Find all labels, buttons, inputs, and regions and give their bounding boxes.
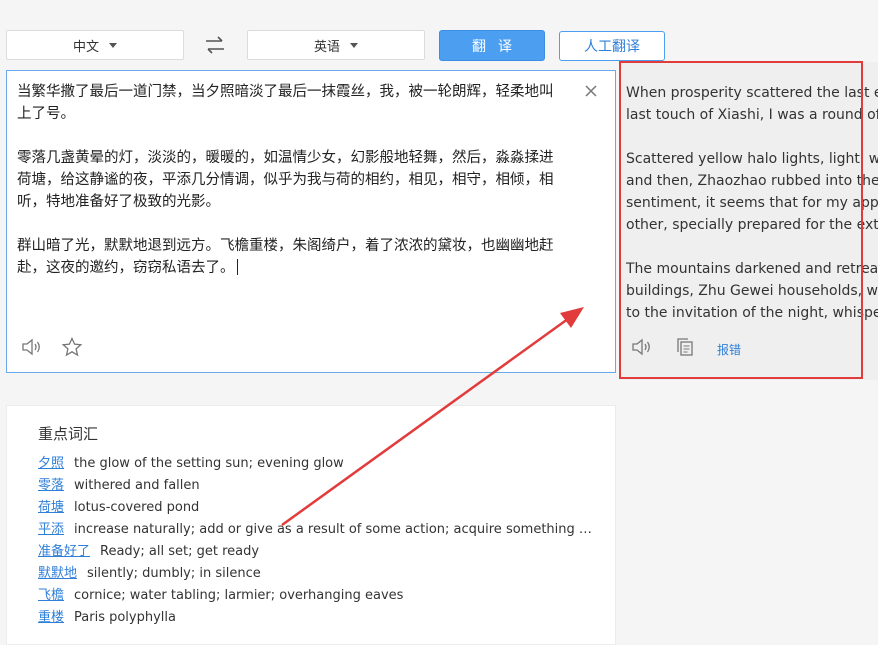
vocabulary-word-link[interactable]: 准备好了 [38, 544, 90, 559]
source-language-select[interactable]: 中文 [6, 30, 184, 60]
human-translate-button[interactable]: 人工翻译 [559, 31, 665, 61]
source-text[interactable]: 当繁华撒了最后一道门禁，当夕照暗淡了最后一抹霞丝，我，被一轮朗辉，轻柔地叫上了号… [17, 81, 565, 279]
result-line: When prosperity scattered the last entra… [626, 85, 878, 101]
vocabulary-definition: Ready; all set; get ready [100, 544, 260, 559]
translate-button[interactable]: 翻译 [439, 30, 545, 61]
swap-icon[interactable] [203, 33, 227, 57]
vocabulary-word-link[interactable]: 飞檐 [38, 588, 64, 603]
result-line: to the invitation of the night, whispere… [626, 305, 878, 321]
copy-icon[interactable] [675, 337, 695, 361]
vocabulary-definition: lotus-covered pond [74, 500, 200, 515]
result-line: The mountains darkened and retreated sil… [626, 261, 878, 277]
vocabulary-item: 默默地 silently; dumbly; in silence [38, 563, 598, 585]
text-cursor [236, 259, 238, 275]
vocabulary-definition: silently; dumbly; in silence [87, 566, 261, 581]
chevron-down-icon [109, 42, 117, 48]
chevron-down-icon [350, 42, 358, 48]
translation-text: When prosperity scattered the last entra… [626, 82, 878, 346]
result-line: buildings, Zhu Gewei households, wearing… [626, 283, 878, 299]
vocabulary-word-link[interactable]: 零落 [38, 478, 64, 493]
result-line: last touch of Xiashi, I was a round of b… [626, 107, 878, 123]
vocabulary-word-link[interactable]: 默默地 [38, 566, 77, 581]
vocabulary-definition: increase naturally; add or give as a res… [74, 522, 598, 537]
source-language-label: 中文 [72, 39, 99, 55]
vocabulary-definition: cornice; water tabling; larmier; overhan… [74, 588, 404, 603]
vocabulary-item: 零落 withered and fallen [38, 475, 598, 497]
vocabulary-item: 荷塘 lotus-covered pond [38, 497, 598, 519]
report-error-link[interactable]: 报错 [717, 341, 741, 358]
result-line: sentiment, it seems that for my appointm… [626, 195, 878, 211]
vocabulary-item: 飞檐 cornice; water tabling; larmier; overh… [38, 585, 598, 607]
vocabulary-title: 重点词汇 [38, 425, 99, 443]
vocabulary-item: 夕照 the glow of the setting sun; evening g… [38, 453, 598, 475]
star-icon[interactable] [61, 336, 83, 361]
vocabulary-word-link[interactable]: 重楼 [38, 610, 64, 625]
toolbar: 中文 英语 翻译 人工翻译 [0, 0, 878, 70]
translation-result-panel: When prosperity scattered the last entra… [619, 62, 878, 380]
source-paragraph: 零落几盏黄晕的灯，淡淡的，暖暖的，如温情少女，幻影般地轻舞，然后，淼淼揉进荷塘，… [17, 150, 554, 210]
vocabulary-definition: withered and fallen [74, 478, 200, 493]
vocabulary-word-link[interactable]: 荷塘 [38, 500, 64, 515]
source-paragraph: 当繁华撒了最后一道门禁，当夕照暗淡了最后一抹霞丝，我，被一轮朗辉，轻柔地叫上了号… [17, 84, 554, 122]
vocabulary-word-link[interactable]: 夕照 [38, 456, 64, 471]
vocabulary-definition: the glow of the setting sun; evening glo… [74, 456, 344, 471]
result-line: other, specially prepared for the extrem… [626, 217, 878, 233]
source-tools [21, 336, 83, 361]
vocabulary-word-link[interactable]: 平添 [38, 522, 64, 537]
vocabulary-item: 重楼 Paris polyphylla [38, 607, 598, 629]
source-paragraph: 群山暗了光，默默地退到远方。飞檐重楼，朱阁绮户，着了浓浓的黛妆，也幽幽地赶赴，这… [17, 238, 554, 276]
vocabulary-definition: Paris polyphylla [74, 610, 176, 625]
vocabulary-item: 平添 increase naturally; add or give as a r… [38, 519, 598, 541]
target-language-label: 英语 [313, 39, 340, 55]
source-text-area[interactable]: 当繁华撒了最后一道门禁，当夕照暗淡了最后一抹霞丝，我，被一轮朗辉，轻柔地叫上了号… [6, 70, 616, 373]
result-tools: 报错 [631, 337, 741, 361]
key-vocabulary-panel: 重点词汇 夕照 the glow of the setting sun; even… [6, 405, 616, 645]
vocabulary-list: 夕照 the glow of the setting sun; evening g… [38, 453, 598, 629]
speaker-icon[interactable] [21, 337, 43, 361]
target-language-select[interactable]: 英语 [247, 30, 425, 60]
result-line: and then, Zhaozhao rubbed into the lotus… [626, 173, 878, 189]
vocabulary-item: 准备好了 Ready; all set; get ready [38, 541, 598, 563]
result-line: Scattered yellow halo lights, light, war… [626, 151, 878, 167]
close-icon[interactable] [583, 83, 599, 99]
speaker-icon[interactable] [631, 337, 653, 361]
